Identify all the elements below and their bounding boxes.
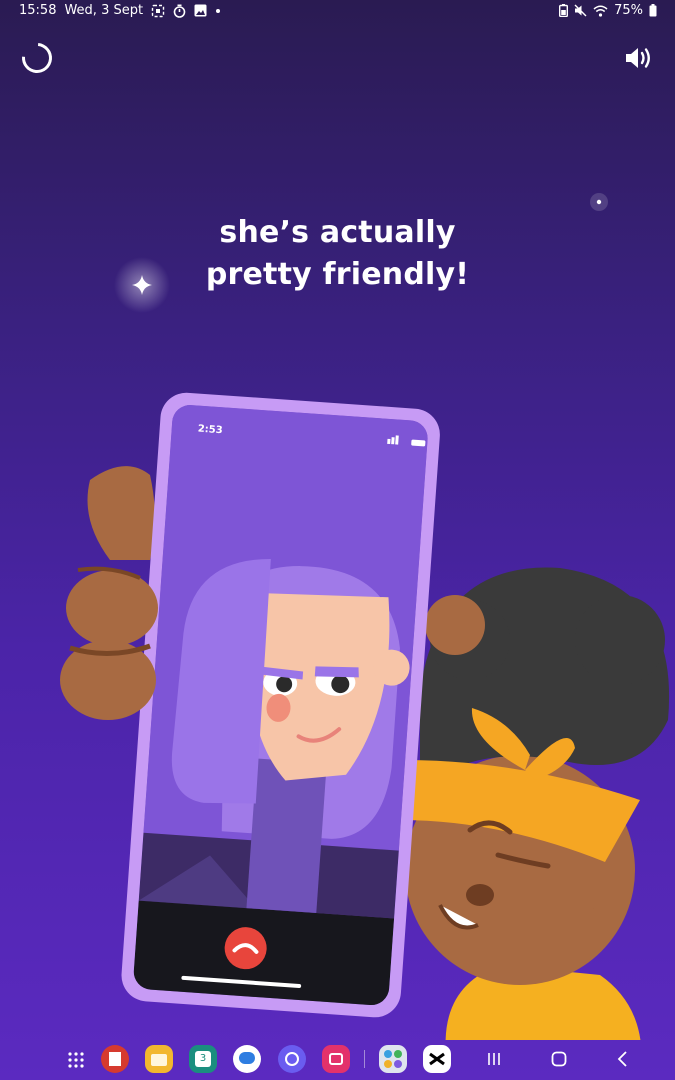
lesson-caption: she’s actually pretty friendly! — [205, 215, 470, 292]
lesson-illustration: 2:53 — [60, 392, 670, 1040]
notes-app-icon[interactable] — [145, 1045, 173, 1073]
recent-apps-button[interactable] — [486, 1051, 502, 1067]
sparkle-small-icon — [590, 193, 608, 211]
status-bar: 15:58 Wed, 3 Sept 75% — [0, 0, 675, 24]
home-button[interactable] — [550, 1050, 568, 1068]
status-date: Wed, 3 Sept — [64, 3, 144, 18]
speaker-icon[interactable] — [623, 44, 653, 72]
internet-app-icon[interactable] — [278, 1045, 306, 1073]
dock-divider — [364, 1050, 365, 1068]
back-button[interactable] — [615, 1050, 631, 1068]
mute-icon — [574, 4, 587, 17]
battery-percent: 75% — [614, 3, 643, 18]
gallery-icon — [194, 4, 207, 17]
screen-recorder-app-icon[interactable] — [322, 1045, 350, 1073]
messages-app-icon[interactable] — [233, 1045, 261, 1073]
capcut-app-icon[interactable] — [423, 1045, 451, 1073]
dot-icon — [216, 8, 221, 13]
hand-illustration — [60, 566, 158, 720]
smartphone-illustration: 2:53 — [121, 392, 440, 1018]
flipboard-app-icon[interactable] — [101, 1045, 129, 1073]
status-time: 15:58 — [19, 3, 57, 18]
loading-spinner-icon — [15, 36, 59, 80]
calendar-app-icon[interactable]: 3 — [189, 1045, 217, 1073]
boy-character — [400, 567, 670, 1040]
wifi-icon — [593, 5, 608, 17]
screenshot-icon — [151, 4, 165, 17]
app-drawer-icon[interactable] — [66, 1050, 86, 1070]
phone-screen-time: 2:53 — [197, 424, 223, 437]
app-folder-icon[interactable] — [379, 1045, 407, 1073]
sparkle-large-icon — [114, 257, 170, 313]
timer-icon — [173, 4, 186, 18]
battery-saver-icon — [559, 4, 569, 17]
battery-icon — [649, 4, 657, 17]
screen: 15:58 Wed, 3 Sept 75% she’s actually pre… — [0, 0, 675, 1080]
